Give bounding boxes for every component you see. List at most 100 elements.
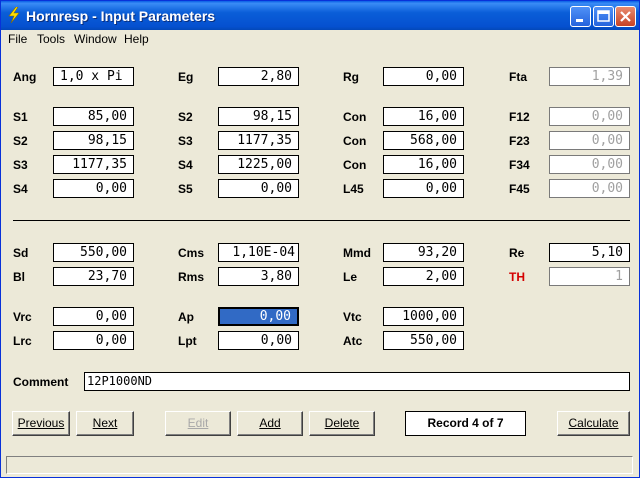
calculate-button-label: Calculate — [568, 416, 619, 430]
label-s3-b: S3 — [13, 158, 28, 172]
field-f45: 0,00 — [549, 179, 630, 198]
delete-button[interactable]: Delete — [309, 411, 375, 436]
label-ang: Ang — [13, 70, 37, 84]
field-mmd[interactable]: 93,20 — [383, 243, 464, 262]
label-vtc: Vtc — [343, 310, 362, 324]
minimize-icon — [576, 19, 583, 22]
calculate-button[interactable]: Calculate — [557, 411, 630, 436]
label-f12: F12 — [509, 110, 530, 124]
field-re[interactable]: 5,10 — [549, 243, 630, 262]
label-th: TH — [509, 270, 525, 284]
next-button-label: Next — [92, 416, 118, 430]
field-s5[interactable]: 0,00 — [218, 179, 299, 198]
status-bar — [6, 456, 633, 474]
field-con1[interactable]: 16,00 — [383, 107, 464, 126]
label-lpt: Lpt — [178, 334, 197, 348]
label-con1: Con — [343, 110, 367, 124]
field-sd[interactable]: 550,00 — [53, 243, 134, 262]
add-button[interactable]: Add — [237, 411, 303, 436]
field-con2[interactable]: 568,00 — [383, 131, 464, 150]
label-cms: Cms — [178, 246, 205, 260]
label-con3: Con — [343, 158, 367, 172]
comment-field[interactable]: 12P1000ND — [84, 372, 630, 391]
field-s4-b[interactable]: 0,00 — [53, 179, 134, 198]
field-s1[interactable]: 85,00 — [53, 107, 134, 126]
previous-button-label: Previous — [17, 416, 65, 430]
label-s3: S3 — [178, 134, 193, 148]
label-comment: Comment — [13, 375, 69, 389]
field-bl[interactable]: 23,70 — [53, 267, 134, 286]
label-s4: S4 — [178, 158, 193, 172]
field-l45[interactable]: 0,00 — [383, 179, 464, 198]
field-s4[interactable]: 1225,00 — [218, 155, 299, 174]
field-con3[interactable]: 16,00 — [383, 155, 464, 174]
field-rms[interactable]: 3,80 — [218, 267, 299, 286]
hornresp-window: Hornresp - Input Parameters File Tools W… — [0, 0, 640, 478]
record-indicator: Record 4 of 7 — [405, 411, 526, 436]
label-fta: Fta — [509, 70, 527, 84]
edit-button: Edit — [165, 411, 231, 436]
label-lrc: Lrc — [13, 334, 32, 348]
menu-file[interactable]: File — [8, 32, 27, 46]
label-le: Le — [343, 270, 358, 284]
field-atc[interactable]: 550,00 — [383, 331, 464, 350]
label-s5: S5 — [178, 182, 193, 196]
section-divider — [13, 220, 630, 221]
field-cms[interactable]: 1,10E-04 — [218, 243, 299, 262]
lightning-icon — [8, 7, 20, 23]
previous-button[interactable]: Previous — [12, 411, 70, 436]
close-icon — [620, 11, 631, 22]
field-f34: 0,00 — [549, 155, 630, 174]
label-bl: Bl — [13, 270, 25, 284]
label-sd: Sd — [13, 246, 29, 260]
minimize-button[interactable] — [570, 6, 591, 27]
label-ap: Ap — [178, 310, 194, 324]
label-rg: Rg — [343, 70, 359, 84]
label-vrc: Vrc — [13, 310, 32, 324]
label-f23: F23 — [509, 134, 530, 148]
field-le[interactable]: 2,00 — [383, 267, 464, 286]
field-vrc[interactable]: 0,00 — [53, 307, 134, 326]
add-button-label: Add — [259, 416, 281, 430]
field-s2-b[interactable]: 98,15 — [53, 131, 134, 150]
field-fta: 1,39 — [549, 67, 630, 86]
field-th: 1 — [549, 267, 630, 286]
window-title: Hornresp - Input Parameters — [26, 8, 216, 24]
label-rms: Rms — [178, 270, 205, 284]
label-con2: Con — [343, 134, 367, 148]
label-s1: S1 — [13, 110, 28, 124]
label-l45: L45 — [343, 182, 364, 196]
menu-bar: File Tools Window Help — [1, 30, 639, 48]
label-re: Re — [509, 246, 525, 260]
field-f23: 0,00 — [549, 131, 630, 150]
menu-help[interactable]: Help — [124, 32, 149, 46]
field-lpt[interactable]: 0,00 — [218, 331, 299, 350]
label-s4-b: S4 — [13, 182, 28, 196]
label-f45: F45 — [509, 182, 530, 196]
field-vtc[interactable]: 1000,00 — [383, 307, 464, 326]
close-button[interactable] — [615, 6, 636, 27]
label-atc: Atc — [343, 334, 363, 348]
next-button[interactable]: Next — [76, 411, 134, 436]
field-ap[interactable]: 0,00 — [218, 307, 299, 326]
label-s2-b: S2 — [13, 134, 28, 148]
field-f12: 0,00 — [549, 107, 630, 126]
field-s3[interactable]: 1177,35 — [218, 131, 299, 150]
delete-button-label: Delete — [324, 416, 360, 430]
field-s3-b[interactable]: 1177,35 — [53, 155, 134, 174]
label-f34: F34 — [509, 158, 530, 172]
maximize-icon — [597, 10, 610, 22]
maximize-button[interactable] — [593, 6, 614, 27]
edit-button-label: Edit — [187, 416, 209, 430]
menu-tools[interactable]: Tools — [37, 32, 65, 46]
label-s2: S2 — [178, 110, 193, 124]
menu-window[interactable]: Window — [74, 32, 117, 46]
field-s2[interactable]: 98,15 — [218, 107, 299, 126]
field-lrc[interactable]: 0,00 — [53, 331, 134, 350]
title-bar[interactable]: Hornresp - Input Parameters — [1, 1, 639, 30]
field-rg[interactable]: 0,00 — [383, 67, 464, 86]
label-eg: Eg — [178, 70, 194, 84]
field-eg[interactable]: 2,80 — [218, 67, 299, 86]
label-mmd: Mmd — [343, 246, 371, 260]
field-ang[interactable]: 1,0 x Pi — [53, 67, 134, 86]
